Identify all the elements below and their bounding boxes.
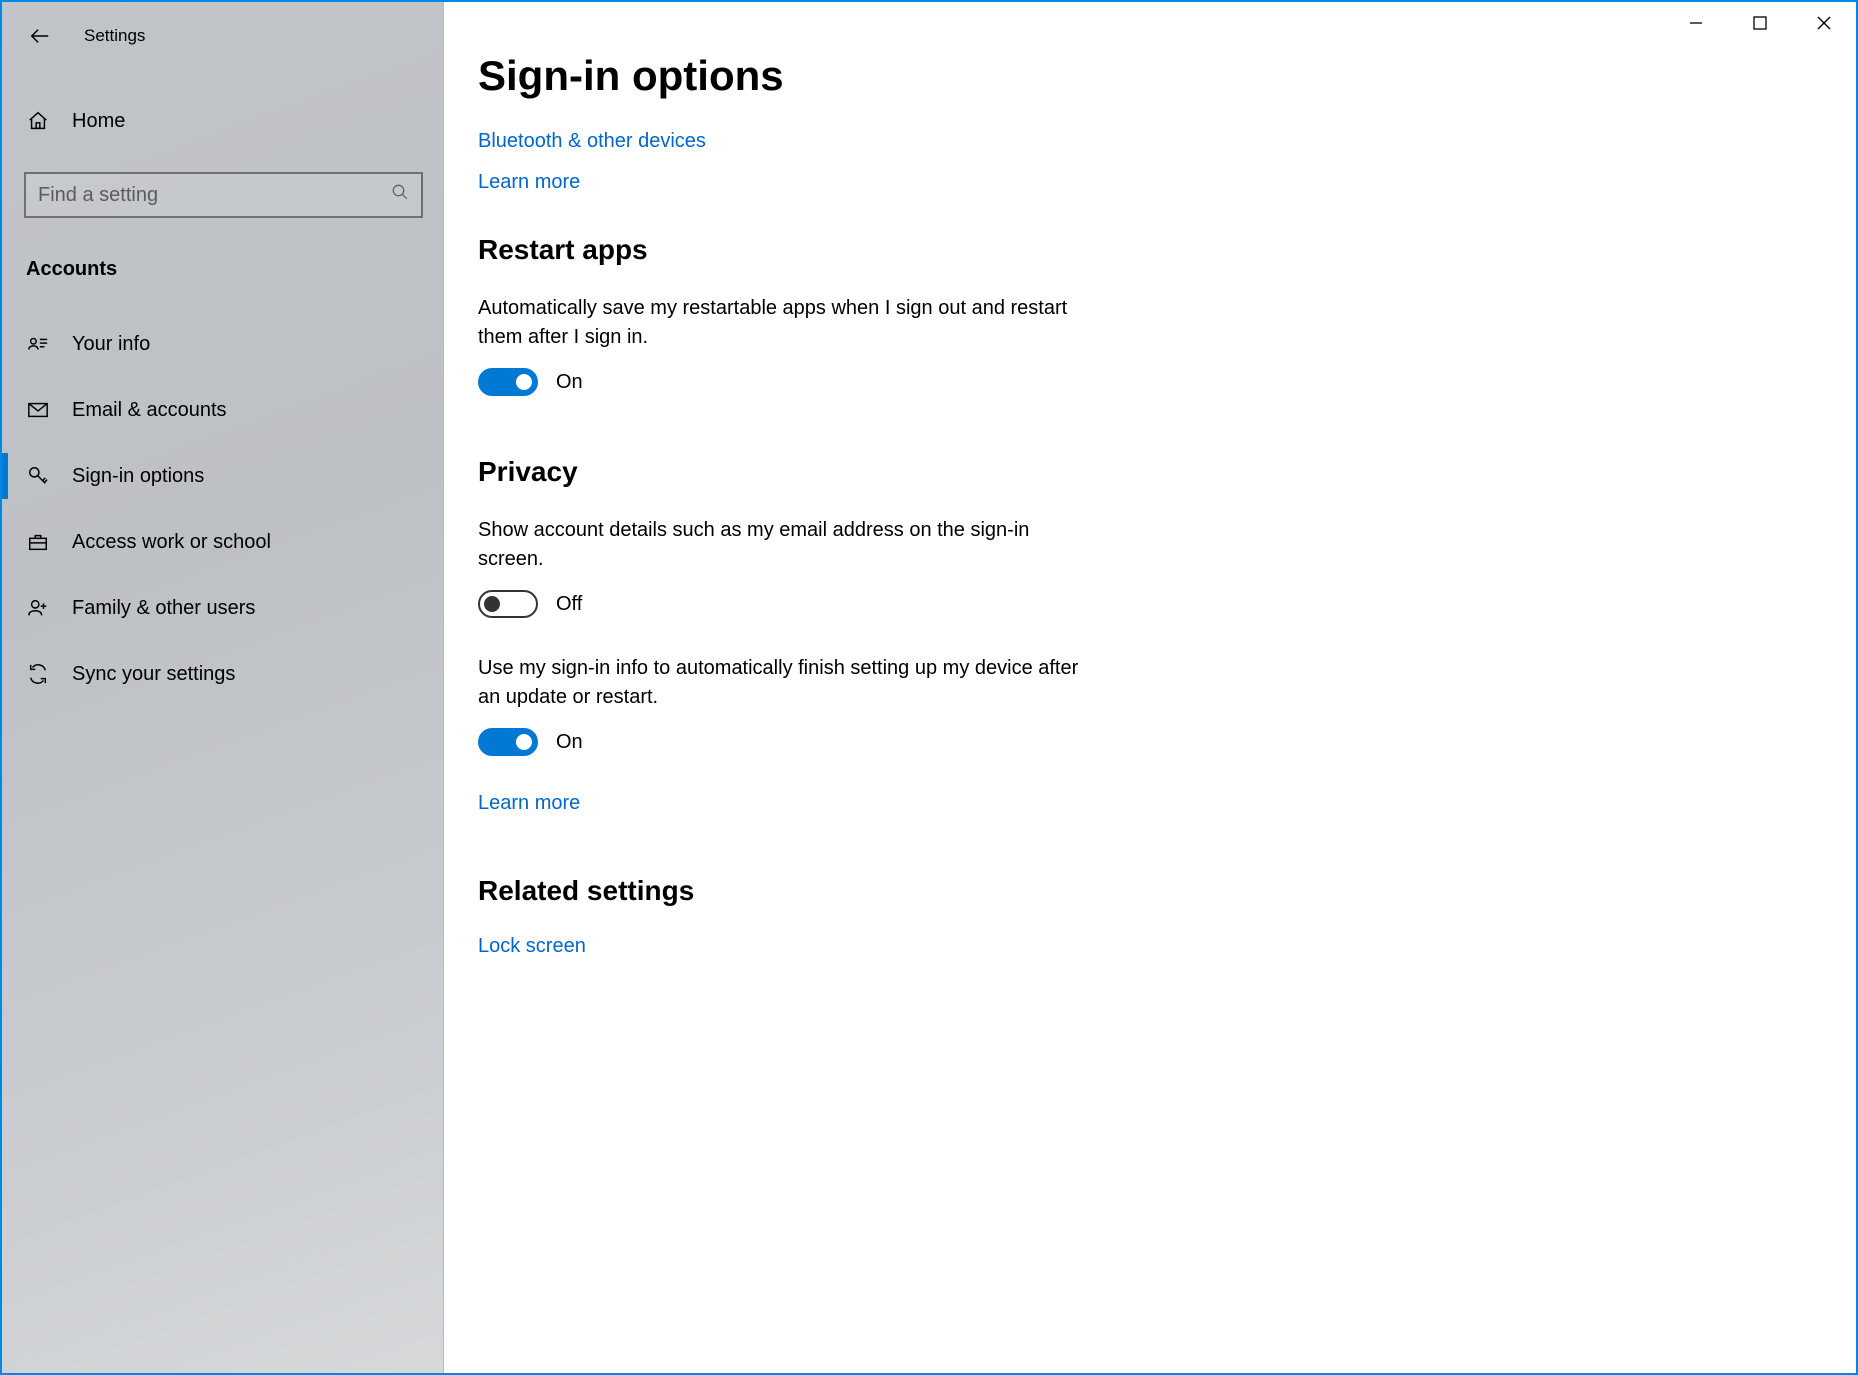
link-lock-screen[interactable]: Lock screen	[478, 935, 1816, 958]
toggle-use-signin-info-label: On	[556, 731, 583, 754]
sidebar-item-family[interactable]: Family & other users	[2, 575, 443, 641]
sidebar-item-home[interactable]: Home	[2, 92, 443, 150]
key-icon	[26, 464, 50, 488]
window-controls	[1664, 2, 1856, 46]
toggle-restart-apps[interactable]	[478, 368, 538, 396]
desc-privacy-account-details: Show account details such as my email ad…	[478, 516, 1098, 574]
sidebar-item-label: Family & other users	[72, 597, 255, 620]
sidebar-header: Settings	[2, 8, 443, 64]
home-label: Home	[72, 110, 125, 133]
heading-related-settings: Related settings	[478, 875, 1816, 907]
app-title: Settings	[84, 26, 145, 46]
search-icon	[391, 183, 409, 207]
back-button[interactable]	[26, 22, 54, 50]
toggle-restart-apps-label: On	[556, 371, 583, 394]
mail-icon	[26, 398, 50, 422]
family-icon	[26, 596, 50, 620]
link-learn-more-top[interactable]: Learn more	[478, 171, 1816, 194]
toggle-use-signin-info[interactable]	[478, 728, 538, 756]
sidebar-item-label: Your info	[72, 333, 150, 356]
sidebar-item-label: Sign-in options	[72, 465, 204, 488]
sidebar: Settings Home	[2, 2, 444, 1373]
sidebar-item-label: Sync your settings	[72, 663, 235, 686]
settings-window: Settings Home	[0, 0, 1858, 1375]
desc-privacy-signin-info: Use my sign-in info to automatically fin…	[478, 654, 1098, 712]
page-title: Sign-in options	[478, 52, 1816, 100]
search-box[interactable]	[24, 172, 423, 218]
person-card-icon	[26, 332, 50, 356]
link-bluetooth-devices[interactable]: Bluetooth & other devices	[478, 130, 1816, 153]
heading-restart-apps: Restart apps	[478, 234, 1816, 266]
sidebar-item-label: Access work or school	[72, 531, 271, 554]
content-area[interactable]: Sign-in options Bluetooth & other device…	[444, 2, 1856, 1373]
sync-icon	[26, 662, 50, 686]
minimize-button[interactable]	[1664, 2, 1728, 44]
sidebar-item-label: Email & accounts	[72, 399, 227, 422]
heading-privacy: Privacy	[478, 456, 1816, 488]
home-icon	[26, 109, 50, 133]
sidebar-item-work-school[interactable]: Access work or school	[2, 509, 443, 575]
close-button[interactable]	[1792, 2, 1856, 44]
toggle-show-account-details-label: Off	[556, 593, 582, 616]
maximize-button[interactable]	[1728, 2, 1792, 44]
desc-restart-apps: Automatically save my restartable apps w…	[478, 294, 1098, 352]
sidebar-item-sync[interactable]: Sync your settings	[2, 641, 443, 707]
sidebar-item-email[interactable]: Email & accounts	[2, 377, 443, 443]
search-input[interactable]	[38, 184, 391, 207]
sidebar-item-your-info[interactable]: Your info	[2, 311, 443, 377]
sidebar-section-title: Accounts	[26, 258, 443, 281]
sidebar-item-signin[interactable]: Sign-in options	[2, 443, 443, 509]
briefcase-icon	[26, 530, 50, 554]
toggle-show-account-details[interactable]	[478, 590, 538, 618]
sidebar-nav: Your info Email & accounts	[2, 311, 443, 707]
link-learn-more-privacy[interactable]: Learn more	[478, 792, 1816, 815]
